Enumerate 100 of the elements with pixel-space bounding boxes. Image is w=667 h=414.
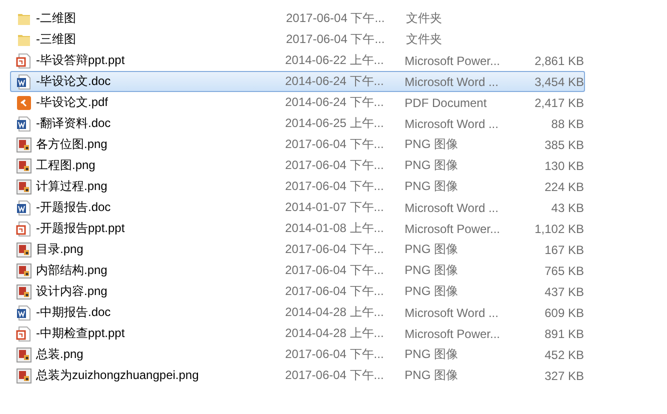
file-name: 总装.png — [35, 346, 84, 363]
file-name: -三维图 — [35, 31, 77, 48]
modified-date: 2017-06-04 下午... — [285, 367, 385, 384]
file-name: -二维图 — [35, 10, 77, 27]
file-size: 2,417 KB — [534, 96, 584, 110]
file-row[interactable]: 目录.png 2017-06-04 下午... PNG 图像 167 KB — [10, 239, 585, 260]
file-size: 43 KB — [550, 200, 584, 214]
image-file-icon — [16, 242, 32, 258]
presentation-file-icon — [16, 326, 32, 342]
modified-date: 2014-06-24 下午... — [285, 73, 385, 90]
modified-date: 2014-01-07 下午... — [285, 199, 385, 216]
file-name: 计算过程.png — [35, 178, 108, 195]
file-type: Microsoft Word ... — [404, 116, 500, 130]
modified-date: 2017-06-04 下午... — [285, 241, 385, 258]
file-name: -毕设论文.pdf — [35, 94, 110, 111]
image-file-icon — [16, 346, 32, 362]
file-type: Microsoft Word ... — [404, 74, 500, 88]
modified-date: 2017-06-04 下午... — [285, 346, 385, 363]
modified-date: 2017-06-04 下午... — [285, 136, 385, 153]
file-row[interactable]: -二维图 2017-06-04 下午... 文件夹 — [10, 8, 585, 29]
file-type: PNG 图像 — [404, 136, 459, 153]
modified-date: 2017-06-04 下午... — [286, 10, 386, 27]
image-file-icon — [16, 262, 32, 278]
word-document-icon — [16, 74, 32, 90]
file-size: 224 KB — [544, 180, 584, 194]
modified-date: 2014-06-25 上午... — [285, 115, 385, 132]
file-size: 609 KB — [544, 306, 584, 320]
file-type: 文件夹 — [406, 10, 443, 27]
file-type: PNG 图像 — [404, 157, 459, 174]
file-type: PNG 图像 — [404, 241, 459, 258]
file-type: PNG 图像 — [404, 283, 459, 300]
modified-date: 2014-04-28 上午... — [285, 304, 385, 321]
file-type: Microsoft Power... — [404, 326, 502, 340]
file-name: 总装为zuizhongzhuangpei.png — [35, 367, 200, 384]
modified-date: 2017-06-04 下午... — [285, 178, 385, 195]
file-type: PNG 图像 — [404, 178, 459, 195]
file-row[interactable]: 设计内容.png 2017-06-04 下午... PNG 图像 437 KB — [10, 281, 585, 302]
file-row[interactable]: -开题报告.doc 2014-01-07 下午... Microsoft Word ... 43 KB — [10, 197, 585, 218]
file-size: 1,102 KB — [534, 222, 584, 236]
presentation-file-icon — [16, 52, 32, 68]
file-type: PDF Document — [404, 96, 488, 110]
presentation-file-icon — [16, 220, 32, 236]
file-row[interactable]: -开题报告ppt.ppt 2014-01-08 上午... Microsoft Power... 1,102 KB — [10, 218, 585, 239]
file-row[interactable]: -三维图 2017-06-04 下午... 文件夹 — [10, 29, 585, 50]
file-type: PNG 图像 — [404, 262, 459, 279]
file-row[interactable]: 计算过程.png 2017-06-04 下午... PNG 图像 224 KB — [10, 176, 585, 197]
file-row[interactable]: -中期报告.doc 2014-04-28 上午... Microsoft Word ... 609 KB — [10, 302, 585, 323]
file-size: 437 KB — [544, 284, 584, 298]
word-document-icon — [16, 304, 32, 320]
file-name: 内部结构.png — [35, 262, 108, 279]
file-row[interactable]: -毕设论文.pdf 2014-06-24 下午... PDF Document 2,417 KB — [10, 92, 585, 113]
file-name: -中期检查ppt.ppt — [35, 325, 126, 342]
file-size: 891 KB — [544, 326, 584, 340]
modified-date: 2014-01-08 上午... — [285, 220, 385, 237]
file-row[interactable]: -翻译资料.doc 2014-06-25 上午... Microsoft Word ... 88 KB — [10, 113, 585, 134]
word-document-icon — [16, 116, 32, 132]
file-name: 工程图.png — [35, 157, 96, 174]
file-size: 2,861 KB — [534, 54, 584, 68]
modified-date: 2017-06-04 下午... — [285, 262, 385, 279]
word-document-icon — [16, 200, 32, 216]
image-file-icon — [16, 178, 32, 194]
file-row[interactable]: -毕设论文.doc 2014-06-24 下午... Microsoft Word ... 3,454 KB — [10, 71, 585, 92]
file-type: Microsoft Word ... — [404, 200, 500, 214]
file-name: 目录.png — [35, 241, 84, 258]
file-type: PNG 图像 — [404, 346, 459, 363]
file-size: 327 KB — [544, 368, 584, 382]
modified-date: 2014-06-22 上午... — [285, 52, 385, 69]
file-size: 452 KB — [544, 348, 584, 362]
file-row[interactable]: 各方位图.png 2017-06-04 下午... PNG 图像 385 KB — [10, 134, 585, 155]
file-row[interactable]: -中期检查ppt.ppt 2014-04-28 上午... Microsoft Power... 891 KB — [10, 323, 585, 344]
modified-date: 2014-06-24 下午... — [285, 94, 385, 111]
modified-date: 2014-04-28 上午... — [285, 325, 385, 342]
file-size: 385 KB — [544, 138, 584, 152]
image-file-icon — [16, 158, 32, 174]
file-row[interactable]: 内部结构.png 2017-06-04 下午... PNG 图像 765 KB — [10, 260, 585, 281]
file-row[interactable]: 工程图.png 2017-06-04 下午... PNG 图像 130 KB — [10, 155, 585, 176]
file-name: -开题报告ppt.ppt — [35, 220, 126, 237]
file-size: 88 KB — [550, 116, 584, 130]
image-file-icon — [16, 136, 32, 152]
modified-date: 2017-06-04 下午... — [286, 31, 386, 48]
file-type: 文件夹 — [406, 31, 443, 48]
image-file-icon — [16, 368, 32, 384]
file-row[interactable]: -毕设答辩ppt.ppt 2014-06-22 上午... Microsoft Power... 2,861 KB — [10, 50, 585, 71]
file-name: -毕设论文.doc — [35, 73, 112, 90]
file-name: 设计内容.png — [35, 283, 108, 300]
file-row[interactable]: 总装.png 2017-06-04 下午... PNG 图像 452 KB — [10, 344, 585, 365]
file-size: 3,454 KB — [534, 74, 584, 88]
file-name: -毕设答辩ppt.ppt — [35, 52, 126, 69]
file-size: 130 KB — [544, 158, 584, 172]
file-type: Microsoft Word ... — [404, 306, 500, 320]
file-size: 765 KB — [544, 264, 584, 278]
file-row[interactable]: 总装为zuizhongzhuangpei.png 2017-06-04 下午... PNG 图像 327 KB — [10, 365, 585, 386]
file-type: Microsoft Power... — [404, 54, 502, 68]
file-size: 167 KB — [544, 242, 584, 256]
file-type: PNG 图像 — [404, 367, 459, 384]
pdf-file-icon — [16, 94, 32, 110]
file-name: -开题报告.doc — [35, 199, 112, 216]
modified-date: 2017-06-04 下午... — [285, 283, 385, 300]
file-name: -中期报告.doc — [35, 304, 112, 321]
image-file-icon — [16, 284, 32, 300]
